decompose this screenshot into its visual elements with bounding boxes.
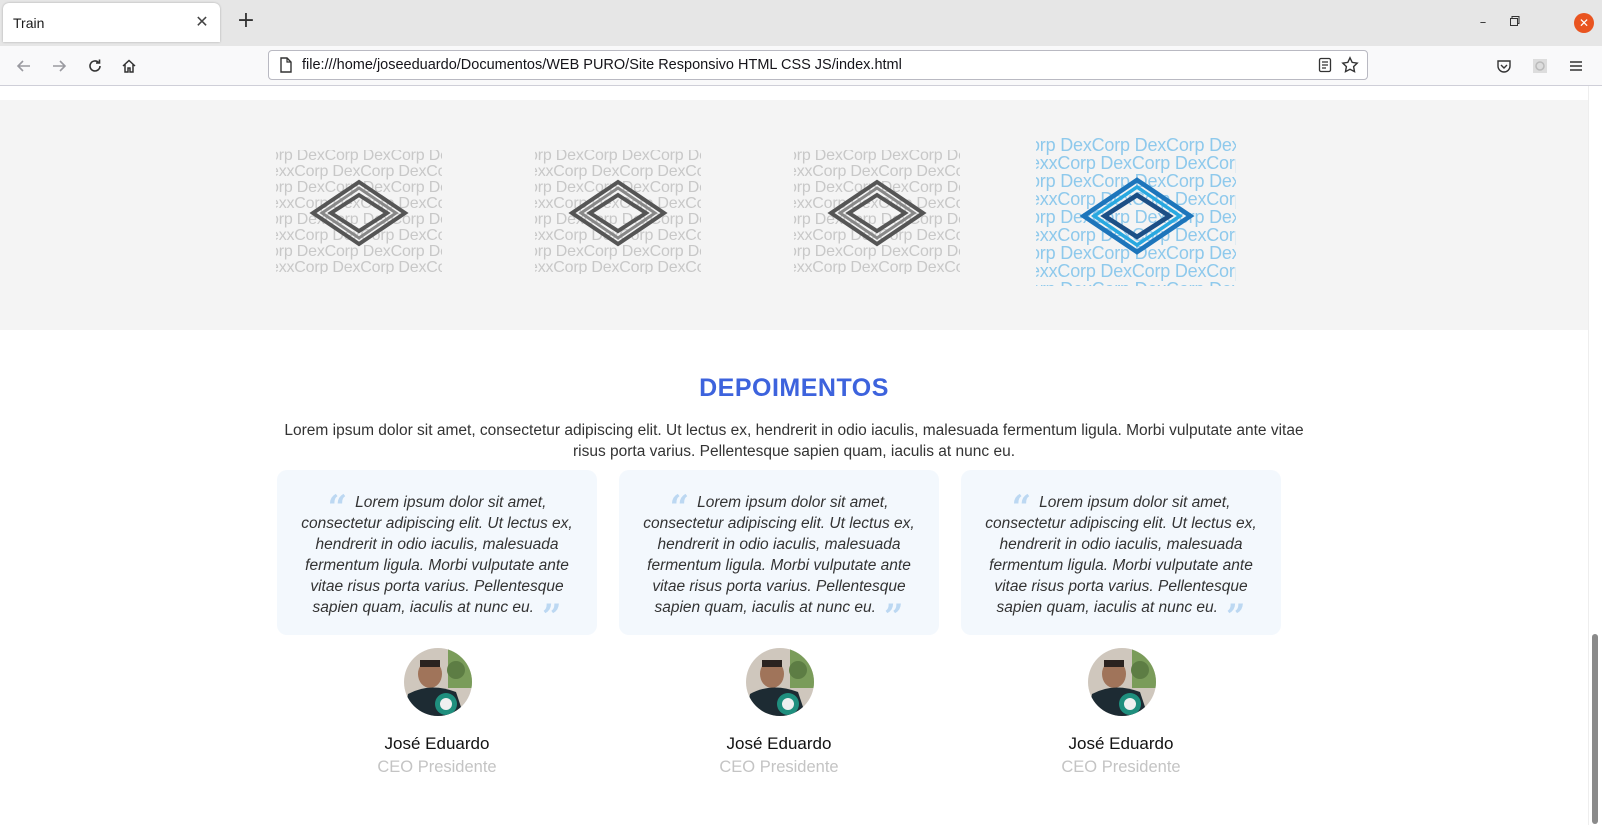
quote-close-icon: ”: [541, 597, 562, 637]
person-role: CEO Presidente: [719, 758, 839, 776]
browser-titlebar: Train ✕ + – ✕: [0, 0, 1602, 46]
home-button[interactable]: [117, 54, 141, 78]
section-lead-text: Lorem ipsum dolor sit amet, consectetur …: [284, 422, 1304, 460]
avatar: [746, 648, 814, 716]
back-button[interactable]: [12, 54, 36, 78]
dexcorp-diamond-icon: [827, 179, 927, 247]
testimonial-card: “Lorem ipsum dolor sit amet, consectetur…: [619, 470, 939, 635]
clients-logos-section: orp DexCorp DexCorp DexCorpexxCorp DexCo…: [0, 100, 1588, 330]
testimonial-card: “Lorem ipsum dolor sit amet, consectetur…: [961, 470, 1281, 635]
maximize-button[interactable]: [1506, 14, 1524, 32]
quote-open-icon: “: [669, 488, 690, 528]
page-icon: [279, 57, 293, 77]
extension-icon: [1533, 59, 1547, 73]
testimonial-quote-text: Lorem ipsum dolor sit amet, consectetur …: [985, 494, 1257, 616]
bookmark-star-icon[interactable]: [1341, 56, 1359, 78]
pocket-button[interactable]: [1492, 54, 1516, 78]
arrow-left-icon: [16, 60, 30, 72]
hamburger-menu-icon: [1570, 61, 1582, 71]
reader-view-icon[interactable]: [1317, 57, 1333, 77]
quote-open-icon: “: [327, 488, 348, 528]
person-name: José Eduardo: [1068, 734, 1174, 753]
tab-title: Train: [13, 15, 45, 31]
window-close-button[interactable]: ✕: [1574, 13, 1594, 33]
client-logo-dexcorp-active[interactable]: orp DexCorp DexCorp DexCorpexxCorp DexCo…: [1036, 138, 1236, 286]
arrow-right-icon: [53, 60, 67, 72]
browser-navbar: file:///home/joseeduardo/Documentos/WEB …: [0, 46, 1602, 86]
testimonial-quote-text: Lorem ipsum dolor sit amet, consectetur …: [301, 494, 573, 616]
testimonial-quote: “Lorem ipsum dolor sit amet, consectetur…: [979, 488, 1263, 637]
reload-button[interactable]: [83, 54, 107, 78]
avatar: [1088, 648, 1156, 716]
client-logo-dexcorp[interactable]: orp DexCorp DexCorp DexCorpexxCorp DexCo…: [276, 150, 442, 274]
page-viewport: orp DexCorp DexCorp DexCorpexxCorp DexCo…: [0, 86, 1602, 825]
testimonial-quote: “Lorem ipsum dolor sit amet, consectetur…: [295, 488, 579, 637]
section-title: DEPOIMENTOS: [699, 374, 889, 402]
quote-close-icon: ”: [1225, 597, 1246, 637]
pocket-icon: [1497, 60, 1511, 73]
browser-tab[interactable]: Train ✕: [3, 3, 220, 42]
menu-button[interactable]: [1564, 54, 1588, 78]
extensions-button[interactable]: [1528, 54, 1552, 78]
testimonial-quote: “Lorem ipsum dolor sit amet, consectetur…: [637, 488, 921, 637]
maximize-icon: [1510, 16, 1520, 26]
reload-icon: [89, 59, 101, 72]
testimonial-quote-text: Lorem ipsum dolor sit amet, consectetur …: [643, 494, 915, 616]
person-name: José Eduardo: [384, 734, 490, 753]
minimize-button[interactable]: –: [1474, 14, 1492, 32]
avatar: [404, 648, 472, 716]
person-role: CEO Presidente: [377, 758, 497, 776]
address-bar[interactable]: file:///home/joseeduardo/Documentos/WEB …: [268, 50, 1368, 80]
person-name: José Eduardo: [726, 734, 832, 753]
dexcorp-diamond-icon: [309, 179, 409, 247]
dexcorp-diamond-icon: [1079, 177, 1195, 255]
dexcorp-diamond-icon: [568, 179, 668, 247]
home-icon: [122, 59, 136, 73]
testimonial-card: “Lorem ipsum dolor sit amet, consectetur…: [277, 470, 597, 635]
forward-button[interactable]: [47, 54, 71, 78]
client-logo-dexcorp[interactable]: orp DexCorp DexCorp DexCorpexxCorp DexCo…: [535, 150, 701, 274]
quote-close-icon: ”: [883, 597, 904, 637]
person-role: CEO Presidente: [1061, 758, 1181, 776]
tab-close-icon[interactable]: ✕: [193, 13, 211, 31]
client-logo-dexcorp[interactable]: orp DexCorp DexCorp DexCorpexxCorp DexCo…: [794, 150, 960, 274]
page-scrollbar-thumb[interactable]: [1592, 634, 1598, 824]
address-bar-url[interactable]: file:///home/joseeduardo/Documentos/WEB …: [302, 57, 902, 73]
new-tab-button[interactable]: +: [236, 10, 256, 32]
quote-open-icon: “: [1011, 488, 1032, 528]
